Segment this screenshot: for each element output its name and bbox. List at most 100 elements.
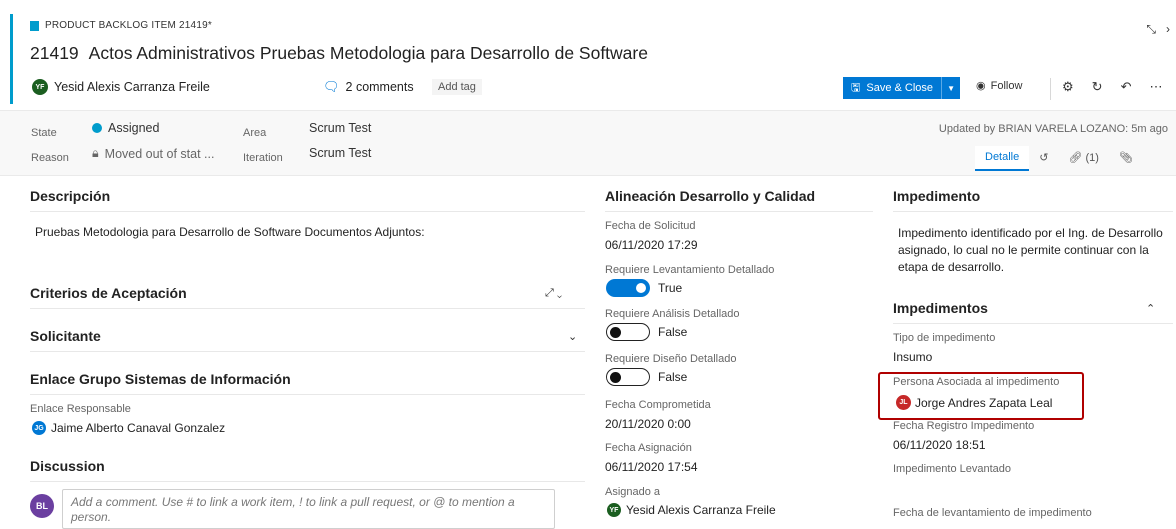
gear-icon[interactable]: ⚙: [1062, 79, 1074, 95]
divider: [893, 211, 1173, 212]
tab-strip: Detalle ↺ 🔗︎ (1) 📎︎: [975, 146, 1143, 171]
fecha-reg-value[interactable]: 06/11/2020 18:51: [893, 438, 986, 452]
work-item-title[interactable]: Actos Administrativos Pruebas Metodologi…: [89, 43, 648, 64]
owner-name: Yesid Alexis Carranza Freile: [54, 80, 210, 94]
comments-link[interactable]: 🗨 2 comments: [323, 79, 414, 95]
area-label: Area: [243, 127, 267, 139]
discussion-title: Discussion: [30, 458, 105, 474]
fecha-comp-value[interactable]: 20/11/2020 0:00: [605, 417, 691, 431]
alineacion-title: Alineación Desarrollo y Calidad: [605, 188, 816, 204]
impedimentos-title[interactable]: Impedimentos: [893, 300, 988, 316]
save-close-main[interactable]: 🖫 Save & Close: [843, 77, 941, 99]
state-label: State: [31, 127, 57, 139]
area-value[interactable]: Scrum Test: [309, 121, 371, 135]
links-count: (1): [1085, 152, 1099, 164]
work-item-type-label: PRODUCT BACKLOG ITEM 21419*: [45, 20, 212, 31]
more-actions-icon[interactable]: ⋯: [1149, 79, 1162, 95]
enlace-title: Enlace Grupo Sistemas de Información: [30, 371, 291, 387]
reason-field[interactable]: 🔒︎ Moved out of stat ...: [92, 146, 214, 161]
assigned-owner[interactable]: YF Yesid Alexis Carranza Freile: [32, 79, 210, 95]
reason-value: Moved out of stat ...: [104, 146, 215, 161]
lock-icon: 🔒︎: [92, 146, 99, 160]
history-icon: ↺: [1039, 152, 1049, 164]
save-dropdown-chevron-icon[interactable]: ▼: [941, 77, 960, 99]
eye-icon: ◉: [976, 80, 986, 92]
follow-button[interactable]: ◉ Follow: [976, 79, 1023, 93]
iteration-label: Iteration: [243, 152, 283, 164]
persona-field[interactable]: JL Jorge Andres Zapata Leal: [896, 395, 1052, 410]
toggle-switch[interactable]: [606, 368, 650, 386]
page-title[interactable]: 21419 Actos Administrativos Pruebas Meto…: [30, 43, 648, 64]
fecha-asig-value[interactable]: 06/11/2020 17:54: [605, 460, 698, 474]
req-ana-toggle[interactable]: False: [606, 323, 687, 341]
toggle-switch[interactable]: [606, 279, 650, 297]
divider: [30, 308, 585, 309]
save-close-label: Save & Close: [866, 82, 934, 94]
req-ana-label: Requiere Análisis Detallado: [605, 308, 740, 320]
tab-attachments[interactable]: 📎︎: [1109, 146, 1143, 171]
fecha-lev-label: Fecha de levantamiento de impedimento: [893, 507, 1092, 519]
save-close-button[interactable]: 🖫 Save & Close ▼: [843, 77, 961, 99]
expand-icon[interactable]: ⤢: [545, 287, 554, 299]
fecha-asig-label: Fecha Asignación: [605, 442, 692, 454]
reason-label: Reason: [31, 152, 69, 164]
state-value: Assigned: [108, 121, 160, 135]
divider: [605, 211, 873, 212]
close-icon[interactable]: ›: [1166, 22, 1170, 37]
persona-label: Persona Asociada al impedimento: [893, 376, 1060, 388]
descripcion-text[interactable]: Pruebas Metodologia para Desarrollo de S…: [35, 225, 425, 239]
window-controls: ⤡ ›: [1146, 22, 1170, 37]
imp-lev-label: Impedimento Levantado: [893, 463, 1012, 475]
avatar: YF: [32, 79, 48, 95]
save-icon: 🖫: [851, 81, 861, 94]
tipo-value[interactable]: Insumo: [893, 350, 932, 364]
toolbar-divider: [1050, 78, 1051, 100]
divider: [30, 394, 585, 395]
req-ana-value: False: [658, 325, 688, 339]
avatar: BL: [30, 494, 54, 518]
updated-by[interactable]: Updated by BRIAN VARELA LOZANO: 5m ago: [939, 123, 1168, 135]
paperclip-icon: 📎︎: [1118, 152, 1133, 164]
work-item-id: 21419: [30, 43, 79, 63]
chevron-up-icon[interactable]: ⌃: [1146, 302, 1155, 315]
req-dis-toggle[interactable]: False: [606, 368, 687, 386]
asignado-field[interactable]: YF Yesid Alexis Carranza Freile: [607, 503, 776, 517]
iteration-value[interactable]: Scrum Test: [309, 146, 371, 160]
work-item-type-accent: [10, 14, 13, 104]
tab-links[interactable]: 🔗︎ (1): [1058, 146, 1108, 171]
fecha-reg-label: Fecha Registro Impedimento: [893, 420, 1035, 432]
refresh-icon[interactable]: ↻: [1092, 79, 1103, 95]
req-dis-label: Requiere Diseño Detallado: [605, 353, 737, 365]
chevron-down-icon[interactable]: ⌄: [568, 330, 577, 343]
fecha-solicitud-value[interactable]: 06/11/2020 17:29: [605, 238, 698, 252]
comments-count: 2 comments: [345, 80, 414, 94]
req-lev-value: True: [658, 281, 683, 295]
divider: [893, 323, 1173, 324]
collapse-icon[interactable]: ⤡: [1146, 22, 1156, 37]
avatar: JG: [32, 421, 46, 435]
state-field[interactable]: Assigned: [92, 121, 159, 135]
enlace-resp-field[interactable]: JG Jaime Alberto Canaval Gonzalez: [32, 421, 225, 435]
backlog-item-icon: [30, 20, 39, 31]
chevron-down-icon[interactable]: ⌄: [557, 287, 562, 299]
criterios-title[interactable]: Criterios de Aceptación: [30, 285, 187, 301]
solicitante-title[interactable]: Solicitante: [30, 328, 101, 344]
fecha-comp-label: Fecha Comprometida: [605, 399, 711, 411]
toggle-switch[interactable]: [606, 323, 650, 341]
comment-input[interactable]: Add a comment. Use # to link a work item…: [62, 489, 555, 529]
toolbar-icons: ⚙ ↻ ↶ ⋯: [1062, 79, 1162, 95]
tab-history[interactable]: ↺: [1029, 146, 1058, 171]
criterios-controls: ⤢ ⌄: [545, 287, 562, 300]
add-tag-button[interactable]: Add tag: [432, 79, 482, 95]
avatar: JL: [896, 395, 911, 410]
undo-icon[interactable]: ↶: [1121, 79, 1132, 95]
comment-icon: 🗨: [323, 79, 340, 94]
impedimento-text[interactable]: Impedimento identificado por el Ing. de …: [898, 225, 1163, 276]
work-item-type: PRODUCT BACKLOG ITEM 21419*: [30, 20, 212, 31]
req-dis-value: False: [658, 370, 688, 384]
follow-label: Follow: [990, 79, 1023, 92]
req-lev-toggle[interactable]: True: [606, 279, 682, 297]
divider: [30, 351, 585, 352]
tipo-label: Tipo de impedimento: [893, 332, 996, 344]
tab-detalle[interactable]: Detalle: [975, 146, 1030, 171]
